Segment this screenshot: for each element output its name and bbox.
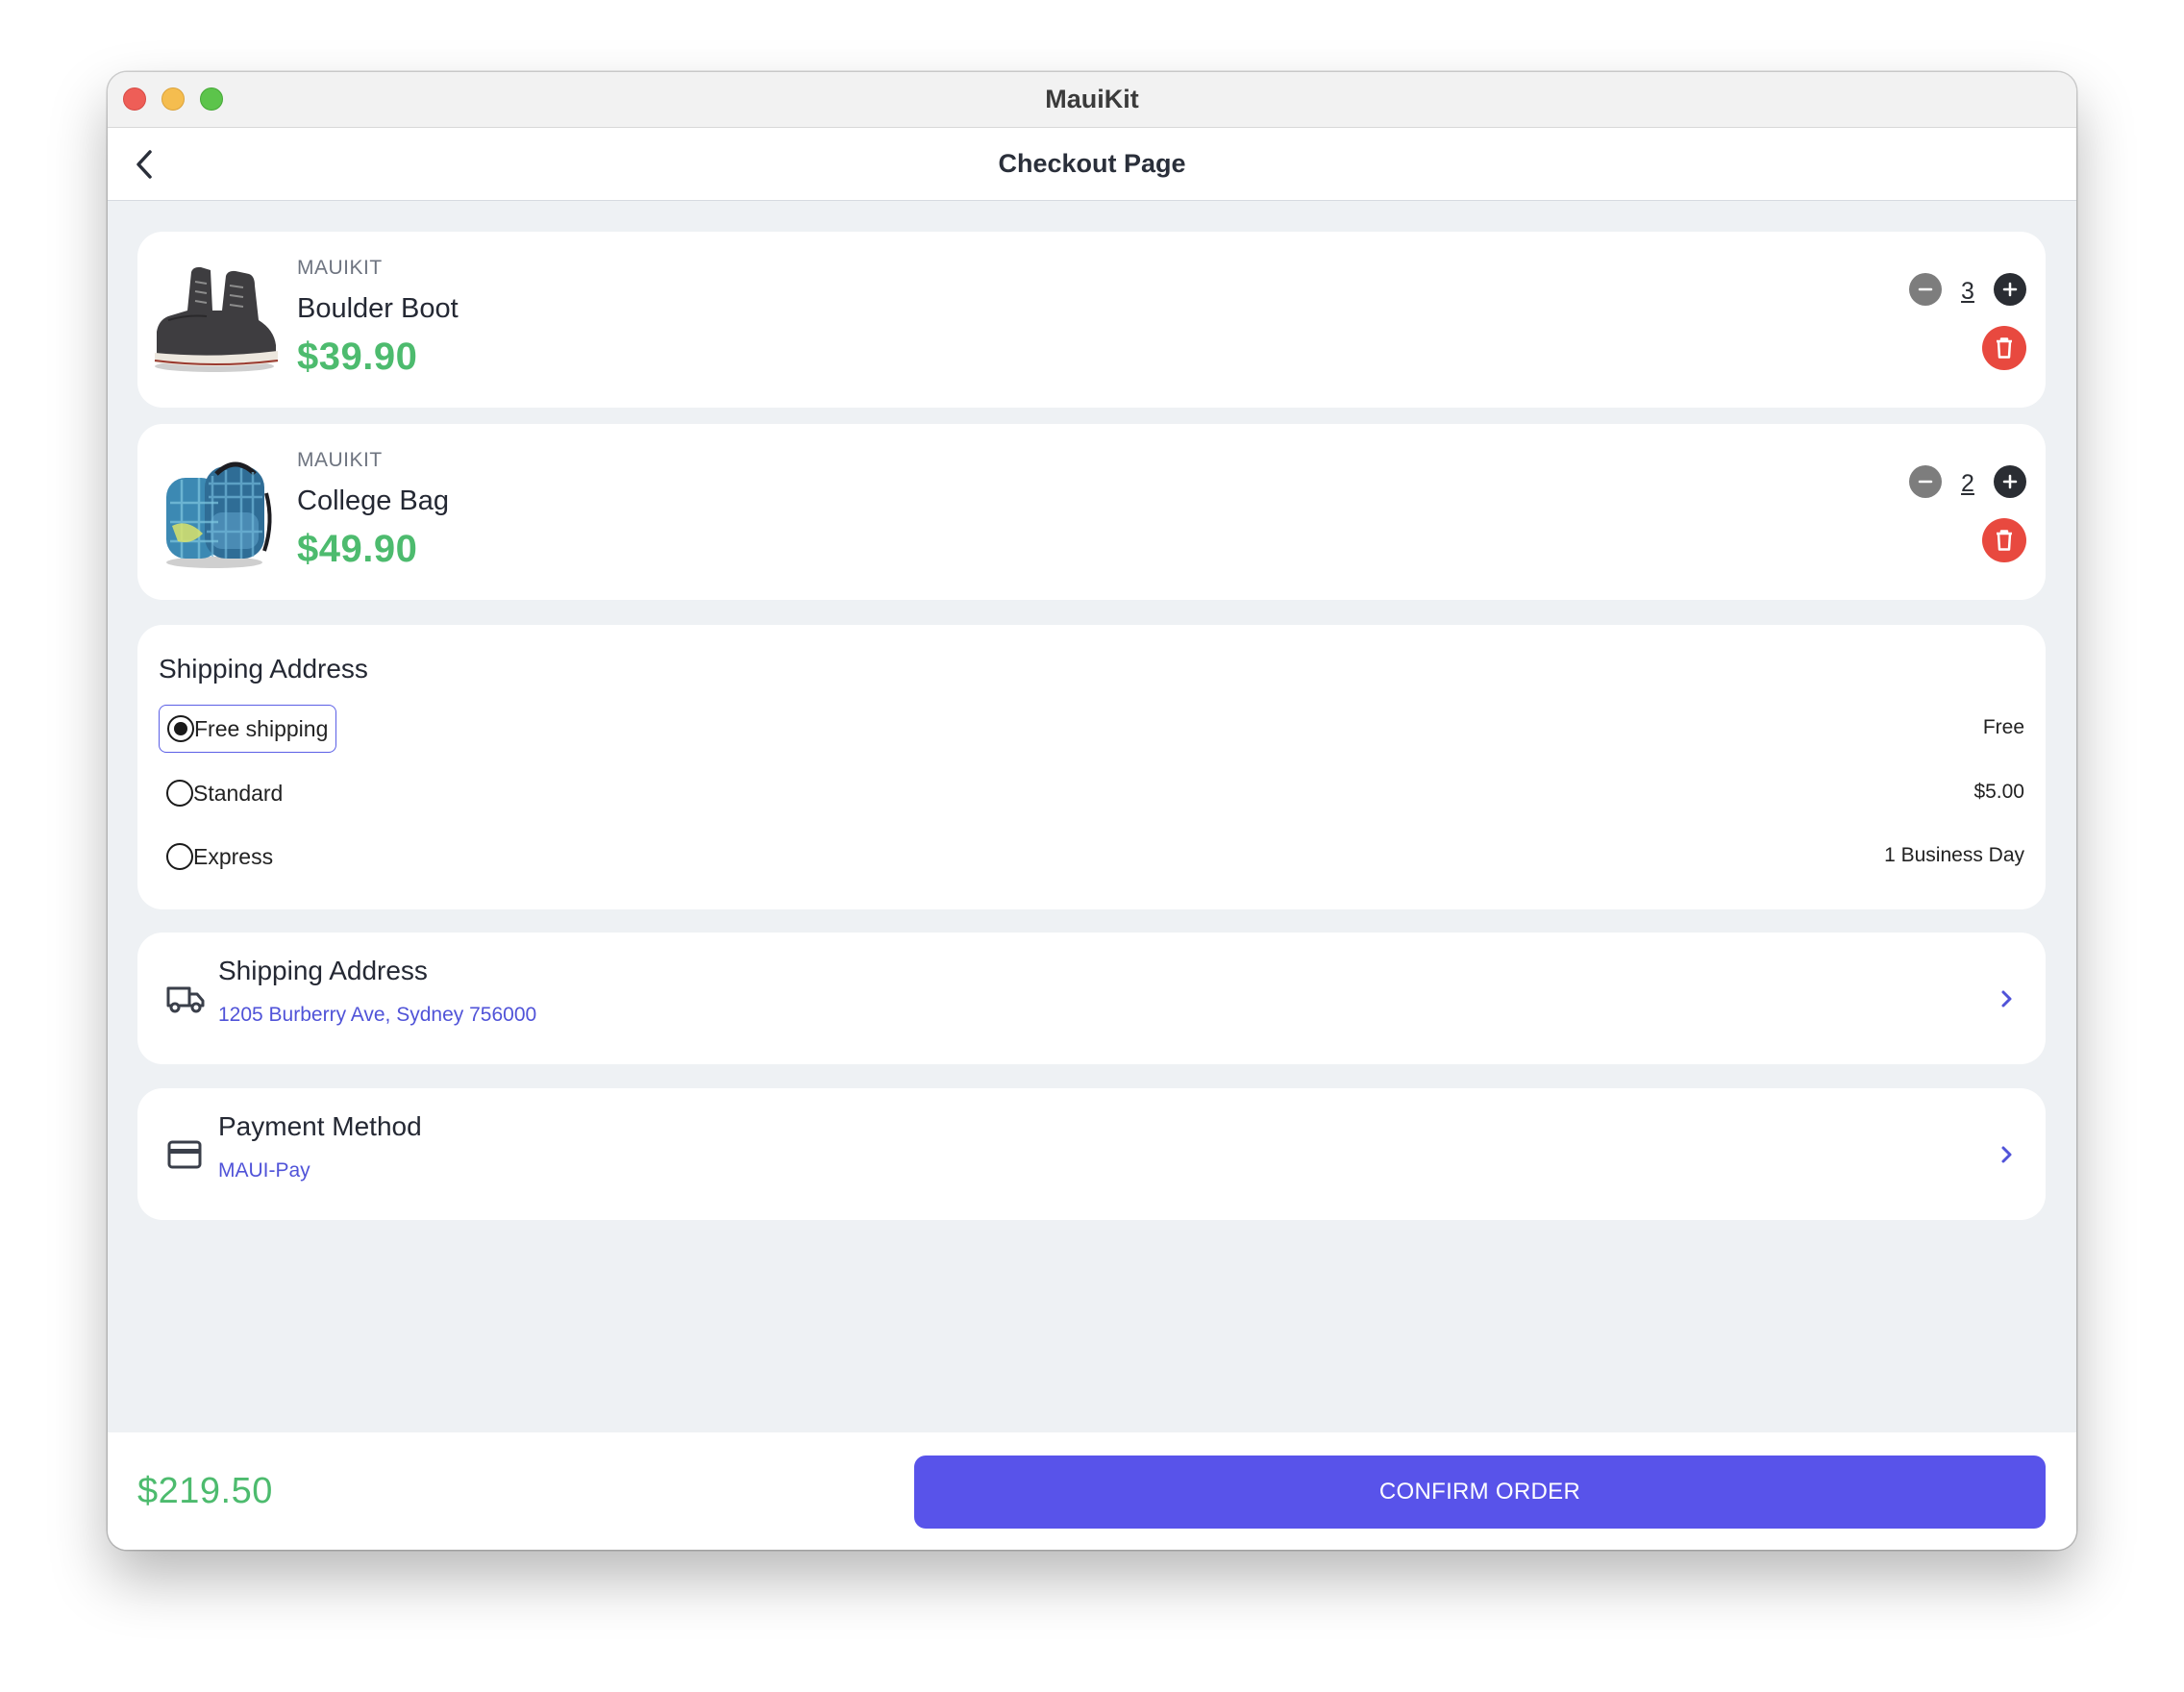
product-brand: MAUIKIT bbox=[297, 449, 383, 471]
shipping-option-free[interactable]: Free shipping bbox=[159, 705, 337, 753]
decrease-quantity-button[interactable] bbox=[1909, 272, 1942, 306]
radio-button[interactable] bbox=[166, 843, 193, 870]
page-title: Checkout Page bbox=[998, 149, 1186, 178]
shipping-address-title: Shipping Address bbox=[218, 956, 428, 985]
payment-method-row[interactable]: Payment Method MAUI-Pay bbox=[137, 1088, 2046, 1220]
radio-button[interactable] bbox=[166, 780, 193, 807]
delete-item-button[interactable] bbox=[1982, 518, 2026, 562]
checkout-footer: $219.50 CONFIRM ORDER bbox=[108, 1432, 2076, 1550]
shipping-option-detail: Free bbox=[1982, 716, 2024, 738]
shipping-address-row[interactable]: Shipping Address 1205 Burberry Ave, Sydn… bbox=[137, 933, 2046, 1064]
title-bar: MauiKit bbox=[108, 72, 2076, 128]
cart-item: MAUIKIT Boulder Boot $39.90 3 bbox=[137, 232, 2046, 408]
shipping-option-standard[interactable]: Standard bbox=[159, 769, 290, 817]
shipping-option-detail: 1 Business Day bbox=[1884, 844, 2024, 866]
confirm-order-button[interactable]: CONFIRM ORDER bbox=[914, 1456, 2046, 1529]
product-price: $39.90 bbox=[297, 336, 418, 378]
quantity-value[interactable]: 2 bbox=[1953, 470, 1982, 498]
plus-icon bbox=[2002, 474, 2018, 488]
product-price: $49.90 bbox=[297, 528, 418, 570]
increase-quantity-button[interactable] bbox=[1994, 464, 2026, 498]
credit-card-icon bbox=[167, 1140, 202, 1168]
payment-method-title: Payment Method bbox=[218, 1111, 422, 1141]
minimize-window-button[interactable] bbox=[161, 87, 185, 111]
quantity-value[interactable]: 3 bbox=[1953, 278, 1982, 306]
product-brand: MAUIKIT bbox=[297, 257, 383, 279]
close-window-button[interactable] bbox=[123, 87, 146, 111]
navigation-bar: Checkout Page bbox=[108, 128, 2076, 201]
shipping-option-label: Standard bbox=[193, 780, 284, 806]
product-name[interactable]: College Bag bbox=[297, 485, 449, 517]
truck-icon bbox=[166, 986, 205, 1012]
shipping-option-label: Free shipping bbox=[194, 715, 329, 741]
boot-image bbox=[154, 266, 279, 372]
shipping-address-value: 1205 Burberry Ave, Sydney 756000 bbox=[218, 1004, 537, 1026]
maximize-window-button[interactable] bbox=[200, 87, 223, 111]
chevron-right-icon bbox=[2001, 1146, 2012, 1162]
chevron-right-icon bbox=[2001, 990, 2012, 1007]
delete-item-button[interactable] bbox=[1982, 326, 2026, 370]
order-total: $219.50 bbox=[137, 1471, 273, 1511]
chevron-left-icon bbox=[136, 150, 152, 179]
minus-icon bbox=[1918, 480, 1933, 483]
shipping-option-label: Express bbox=[193, 843, 274, 869]
shipping-option-detail: $5.00 bbox=[1973, 781, 2024, 803]
shipping-options-card: Shipping Address Free shipping Free Stan… bbox=[137, 625, 2046, 909]
radio-button-selected[interactable] bbox=[167, 715, 194, 742]
app-window: MauiKit Checkout Page MAUIKIT Boulder Bo… bbox=[108, 72, 2076, 1550]
decrease-quantity-button[interactable] bbox=[1909, 464, 1942, 498]
quantity-stepper: 3 bbox=[1909, 272, 2026, 306]
trash-icon bbox=[1997, 530, 2012, 551]
window-title: MauiKit bbox=[1045, 85, 1139, 113]
quantity-stepper: 2 bbox=[1909, 464, 2026, 498]
payment-method-value: MAUI-Pay bbox=[218, 1159, 310, 1182]
shipping-option-express[interactable]: Express bbox=[159, 833, 281, 881]
cart-item: MAUIKIT College Bag $49.90 2 bbox=[137, 424, 2046, 600]
back-button[interactable] bbox=[125, 145, 163, 184]
radio-dot bbox=[174, 722, 187, 735]
trash-icon bbox=[1997, 337, 2012, 359]
window-controls bbox=[123, 87, 223, 111]
minus-icon bbox=[1918, 287, 1933, 290]
increase-quantity-button[interactable] bbox=[1994, 272, 2026, 306]
plus-icon bbox=[2002, 282, 2018, 296]
shipping-options-title: Shipping Address bbox=[159, 654, 368, 684]
product-name[interactable]: Boulder Boot bbox=[297, 293, 459, 325]
backpack-image bbox=[166, 461, 272, 568]
